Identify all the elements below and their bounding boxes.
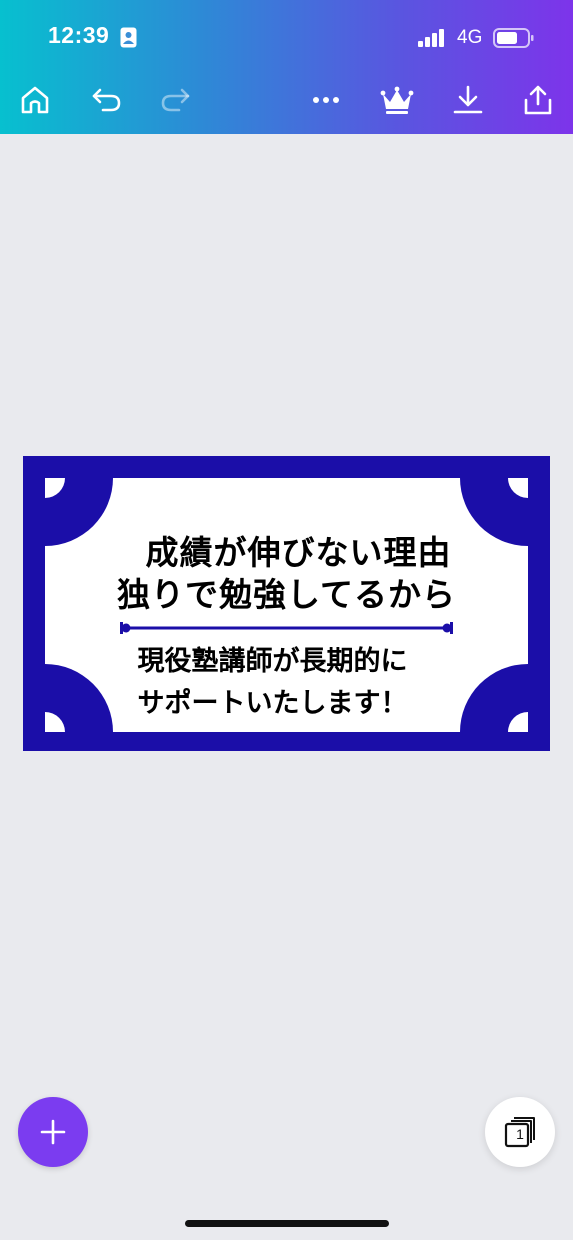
crown-icon[interactable] bbox=[379, 82, 415, 118]
design-subline-2[interactable]: サポートいたします！ bbox=[23, 681, 536, 720]
home-indicator[interactable] bbox=[185, 1220, 389, 1227]
editor-toolbar bbox=[0, 70, 573, 134]
status-time: 12:39 bbox=[48, 22, 110, 48]
more-icon[interactable] bbox=[308, 82, 344, 118]
design-headline-2[interactable]: 独りで勉強してるから bbox=[23, 568, 550, 616]
download-icon[interactable] bbox=[450, 82, 486, 118]
network-label: 4G bbox=[457, 27, 483, 48]
pages-button[interactable]: 1 bbox=[485, 1097, 555, 1167]
plus-icon bbox=[40, 1119, 66, 1145]
undo-icon[interactable] bbox=[89, 82, 125, 118]
home-icon[interactable] bbox=[17, 82, 53, 118]
person-icon bbox=[120, 27, 137, 48]
design-headline-1[interactable]: 成績が伸びない理由 bbox=[23, 526, 550, 574]
page-count: 1 bbox=[516, 1126, 524, 1142]
redo-icon[interactable] bbox=[157, 82, 193, 118]
design-subline-1[interactable]: 現役塾講師が長期的に bbox=[23, 639, 536, 678]
app-header: 12:39 4G bbox=[0, 0, 573, 134]
add-button[interactable] bbox=[18, 1097, 88, 1167]
design-canvas[interactable]: 成績が伸びない理由 独りで勉強してるから 現役塾講師が長期的に サポートいたしま… bbox=[23, 456, 550, 751]
status-bar: 12:39 4G bbox=[0, 0, 573, 70]
battery-icon bbox=[493, 28, 534, 48]
signal-icon bbox=[418, 29, 444, 47]
share-icon[interactable] bbox=[520, 82, 556, 118]
